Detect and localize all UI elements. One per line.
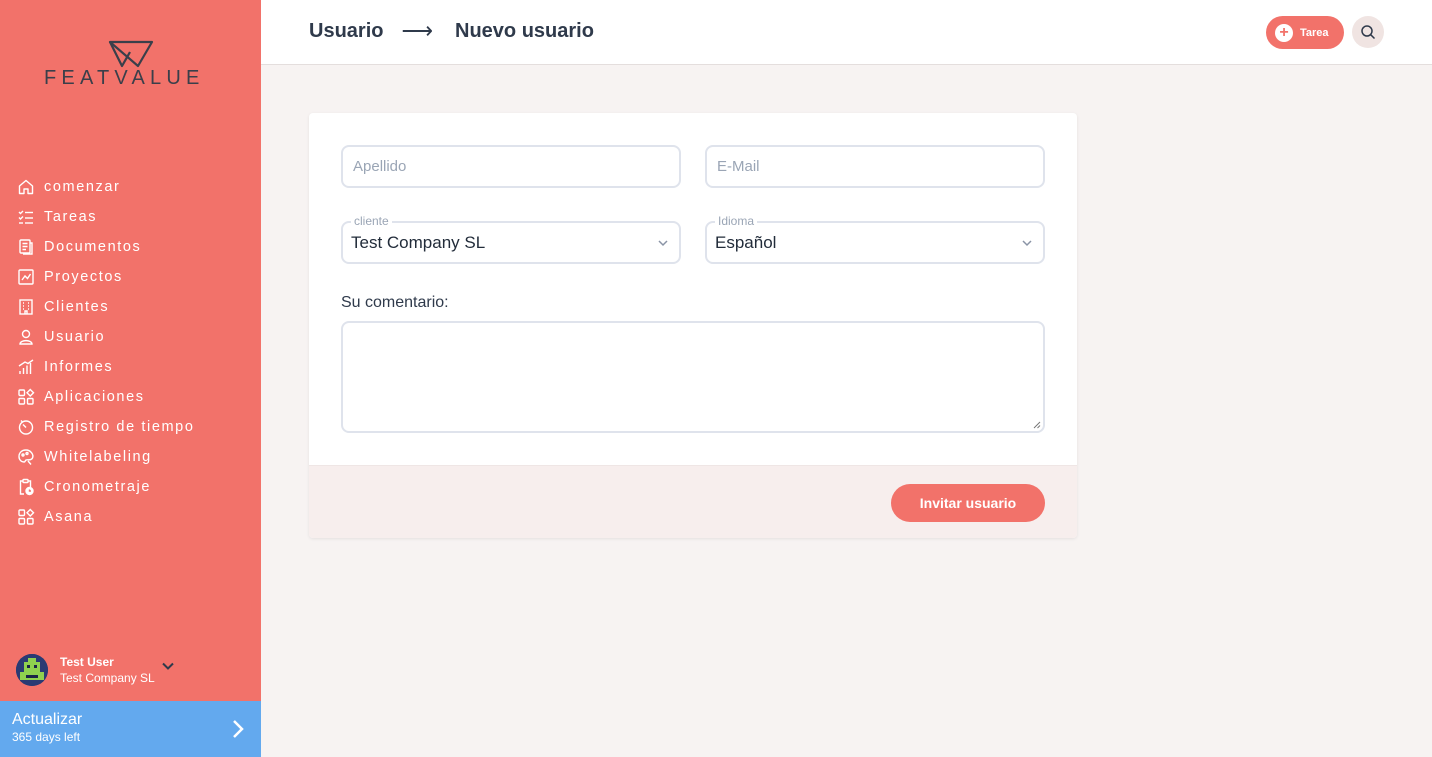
- timer-icon: [17, 418, 35, 436]
- apps-icon: [17, 388, 35, 406]
- client-select[interactable]: cliente Test Company SL: [341, 214, 681, 264]
- chevron-down-icon[interactable]: [161, 659, 175, 673]
- lastname-input[interactable]: [343, 147, 679, 186]
- sidebar-item-label: Informes: [44, 359, 114, 375]
- new-user-form: cliente Test Company SL Idioma Español S…: [309, 113, 1077, 538]
- upgrade-banner[interactable]: Actualizar 365 days left: [0, 701, 261, 757]
- language-label: Idioma: [715, 214, 758, 228]
- sidebar-item-aplicaciones[interactable]: Aplicaciones: [0, 382, 261, 412]
- add-task-label: Tarea: [1300, 26, 1329, 39]
- language-value: Español: [715, 233, 777, 252]
- resize-grip-icon[interactable]: [1033, 421, 1041, 429]
- palette-icon: [17, 448, 35, 466]
- sidebar-item-label: Aplicaciones: [44, 389, 145, 405]
- tasks-icon: [17, 208, 35, 226]
- clipboard-clock-icon: [17, 478, 35, 496]
- sidebar-item-label: comenzar: [44, 179, 121, 195]
- user-menu[interactable]: Test User Test Company SL: [16, 652, 256, 688]
- email-input[interactable]: [707, 147, 1043, 186]
- top-header: Usuario ⟶ Nuevo usuario + Tarea: [261, 0, 1432, 65]
- projects-icon: [17, 268, 35, 286]
- sidebar-item-label: Cronometraje: [44, 479, 152, 495]
- invite-user-button[interactable]: Invitar usuario: [891, 484, 1045, 522]
- sidebar-item-proyectos[interactable]: Proyectos: [0, 262, 261, 292]
- avatar-image-icon: [16, 654, 48, 686]
- sidebar-item-label: Tareas: [44, 209, 98, 225]
- comment-label: Su comentario:: [341, 294, 449, 311]
- logo-mark-icon: [108, 40, 154, 68]
- sidebar-item-whitelabeling[interactable]: Whitelabeling: [0, 442, 261, 472]
- sidebar-item-label: Documentos: [44, 239, 142, 255]
- building-icon: [17, 298, 35, 316]
- sidebar-item-label: Registro de tiempo: [44, 419, 195, 435]
- sidebar-item-informes[interactable]: Informes: [0, 352, 261, 382]
- sidebar-item-clientes[interactable]: Clientes: [0, 292, 261, 322]
- sidebar-item-documentos[interactable]: Documentos: [0, 232, 261, 262]
- email-field[interactable]: [705, 145, 1045, 188]
- form-footer: Invitar usuario: [309, 465, 1077, 538]
- sidebar-item-label: Proyectos: [44, 269, 123, 285]
- chevron-down-icon: [1022, 240, 1032, 247]
- add-task-button[interactable]: + Tarea: [1266, 16, 1344, 49]
- upgrade-days-left: 365 days left: [12, 730, 81, 744]
- lastname-field[interactable]: [341, 145, 681, 188]
- sidebar-item-label: Usuario: [44, 329, 106, 345]
- avatar: [16, 654, 48, 686]
- sidebar-item-label: Clientes: [44, 299, 110, 315]
- sidebar-item-label: Whitelabeling: [44, 449, 152, 465]
- documents-icon: [17, 238, 35, 256]
- logo-text: FEATVALUE: [44, 67, 205, 89]
- breadcrumb-usuario[interactable]: Usuario: [309, 20, 383, 43]
- page-title: Nuevo usuario: [455, 19, 594, 42]
- search-icon: [1361, 25, 1376, 40]
- client-value: Test Company SL: [351, 233, 486, 252]
- sidebar-item-registro-de-tiempo[interactable]: Registro de tiempo: [0, 412, 261, 442]
- sidebar-item-usuario[interactable]: Usuario: [0, 322, 261, 352]
- chevron-down-icon: [658, 240, 668, 247]
- client-label: cliente: [351, 214, 392, 228]
- user-name: Test User: [60, 654, 114, 669]
- sidebar-item-comenzar[interactable]: comenzar: [0, 172, 261, 202]
- upgrade-title: Actualizar: [12, 711, 83, 728]
- sidebar-item-cronometraje[interactable]: Cronometraje: [0, 472, 261, 502]
- sidebar: FEATVALUE comenzar Tareas Documentos Pro…: [0, 0, 261, 757]
- sidebar-item-tareas[interactable]: Tareas: [0, 202, 261, 232]
- plus-icon: +: [1275, 23, 1293, 42]
- language-select[interactable]: Idioma Español: [705, 214, 1045, 264]
- breadcrumb-arrow-icon: ⟶: [401, 18, 434, 43]
- chevron-right-icon: [233, 720, 244, 738]
- apps-icon: [17, 508, 35, 526]
- user-icon: [17, 328, 35, 346]
- comment-textarea[interactable]: [341, 321, 1045, 433]
- search-button[interactable]: [1352, 16, 1384, 48]
- home-icon: [17, 178, 35, 196]
- user-company: Test Company SL: [60, 670, 155, 685]
- featvalue-logo[interactable]: FEATVALUE: [44, 40, 219, 90]
- sidebar-nav: comenzar Tareas Documentos Proyectos Cli…: [0, 172, 261, 532]
- reports-icon: [17, 358, 35, 376]
- sidebar-item-label: Asana: [44, 509, 94, 525]
- breadcrumb: Usuario ⟶ Nuevo usuario: [309, 18, 594, 44]
- sidebar-item-asana[interactable]: Asana: [0, 502, 261, 532]
